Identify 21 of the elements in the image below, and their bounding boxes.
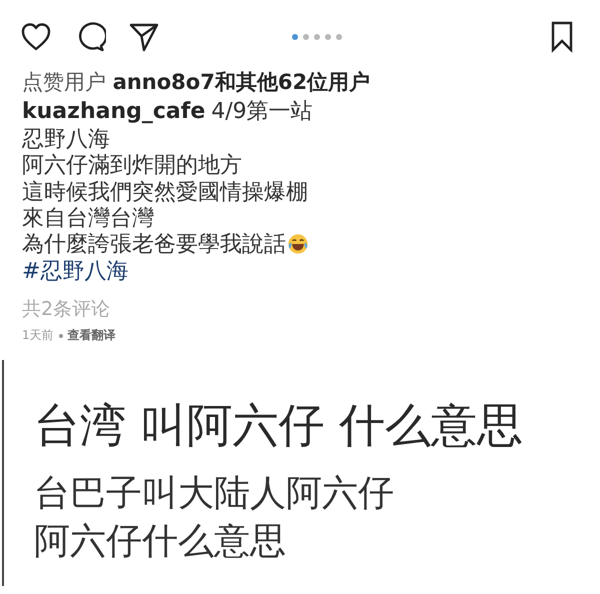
answer-text: 阿六仔什么意思 [34,520,287,564]
translate-link[interactable]: 查看翻译 [68,327,116,344]
post-time: 1天前 [22,327,54,344]
carousel-dot[interactable] [314,34,320,40]
username[interactable]: kuazhang_cafe [22,98,206,124]
carousel-dot[interactable] [336,34,342,40]
carousel-dot[interactable] [292,34,298,40]
likes-text[interactable]: 点赞用户 anno8o7和其他62位用户 [22,68,600,96]
carousel-dot[interactable] [325,34,331,40]
caption-text: 來自台灣台灣 [22,205,154,232]
caption-text: 忍野八海 [22,126,110,154]
separator-dot-icon [58,334,63,338]
caption-text: 阿六仔滿到炸開的地方 [22,152,242,180]
carousel-dot[interactable] [303,34,309,40]
bookmark-icon[interactable] [550,21,574,53]
question-title: 台湾 叫阿六仔 什么意思 [34,400,524,450]
heart-icon[interactable] [20,21,52,53]
caption-text: 4/9第一站 [211,98,313,126]
send-icon[interactable] [128,21,160,53]
caption-text: 這時候我們突然愛國情操爆棚 [22,178,308,206]
answer-text: 台巴子叫大陆人阿六仔 [34,472,395,516]
